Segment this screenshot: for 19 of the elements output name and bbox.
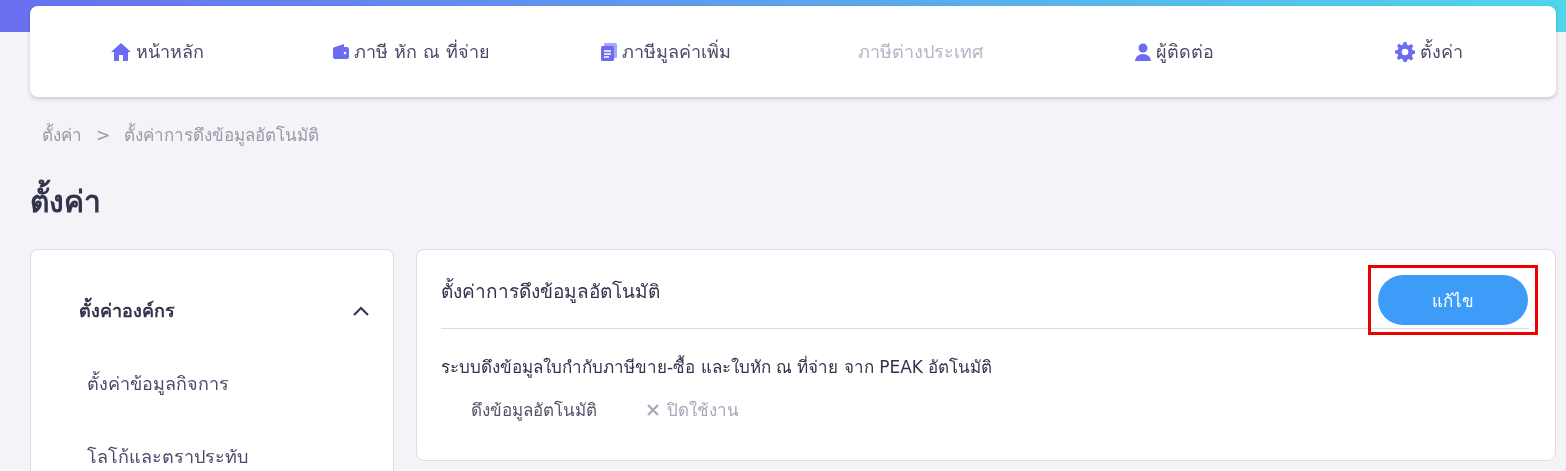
sidebar-item[interactable]: ตั้งค่าข้อมูลกิจการ (87, 369, 369, 398)
page-title: ตั้งค่า (30, 178, 1556, 225)
nav-item[interactable]: หน้าหลัก (30, 37, 285, 66)
setting-value: ปิดใช้งาน (667, 399, 739, 422)
setting-label: ดึงข้อมูลอัตโนมัติ (471, 399, 597, 423)
nav-item[interactable]: ผู้ติดต่อ (1047, 37, 1302, 66)
nav-item[interactable]: ภาษีมูลค่าเพิ่ม (538, 37, 793, 66)
breadcrumb-separator: > (96, 124, 111, 145)
home-icon (110, 42, 131, 61)
card-title: ตั้งค่าการดึงข้อมูลอัตโนมัติ (441, 277, 660, 305)
settings-icon (1394, 41, 1415, 62)
sidebar-group[interactable]: ตั้งค่าองค์กร (79, 296, 369, 325)
description-text: ระบบดึงข้อมูลใบกำกับภาษีขาย-ซื้อ และใบหัก ณ ที่จ่าย จาก PEAK อัตโนมัติ (441, 354, 994, 380)
sidebar-item[interactable]: โลโก้และตราประทับ (87, 442, 369, 471)
nav-item[interactable]: ภาษี หัก ณ ที่จ่าย (284, 37, 539, 66)
document-icon (600, 42, 617, 61)
nav-item[interactable]: ตั้งค่า (1301, 37, 1556, 66)
wallet-icon (333, 44, 350, 59)
user-icon (1135, 42, 1151, 61)
